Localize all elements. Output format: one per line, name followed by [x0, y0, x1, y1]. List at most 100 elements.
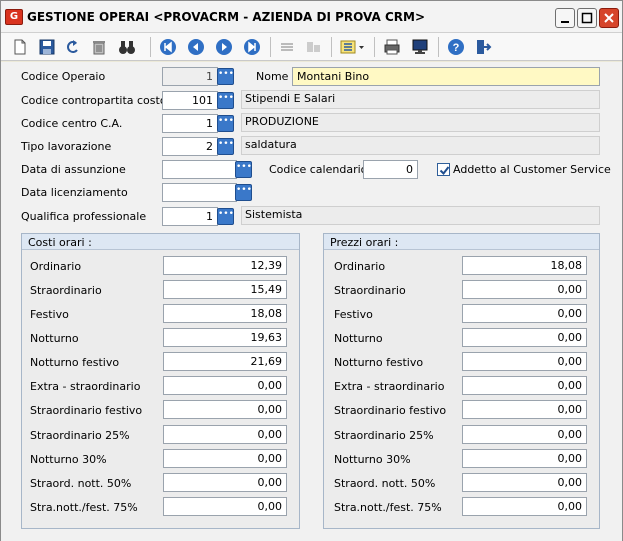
qualifica-description: Sistemista [241, 206, 600, 225]
contropartita-lookup-button[interactable]: ••• [217, 92, 234, 109]
delete-button[interactable] [89, 37, 109, 57]
disabled-tool2-icon [307, 42, 320, 52]
ellipsis-icon: ••• [236, 162, 252, 172]
costi-row-value[interactable]: 18,08 [163, 304, 287, 323]
new-document-button[interactable] [10, 37, 30, 57]
print-icon [384, 39, 400, 55]
minimize-button[interactable] [555, 8, 575, 28]
next-record-icon [216, 39, 232, 55]
customer-service-label: Addetto al Customer Service [453, 163, 611, 176]
costi-row-label: Straordinario [30, 284, 102, 297]
toolbar-separator [270, 37, 271, 57]
contropartita-label: Codice contropartita costo [21, 94, 167, 107]
costi-row-label: Notturno [30, 332, 79, 345]
costi-row-value[interactable]: 12,39 [163, 256, 287, 275]
ellipsis-icon: ••• [236, 185, 252, 195]
centro-ca-field[interactable]: 1 [162, 114, 218, 133]
costi-orari-panel: Costi orari : Ordinario 12,39 Straordina… [21, 233, 300, 529]
prezzi-row-value[interactable]: 0,00 [462, 425, 587, 444]
svg-text:?: ? [453, 42, 460, 54]
tipo-lavorazione-field[interactable]: 2 [162, 137, 218, 156]
help-button[interactable]: ? [446, 37, 466, 57]
search-binoculars-icon [119, 41, 135, 54]
costi-row-label: Notturno festivo [30, 356, 120, 369]
qualifica-field[interactable]: 1 [162, 207, 218, 226]
costi-row-value[interactable]: 0,00 [163, 449, 287, 468]
disabled-tool-button[interactable] [277, 37, 297, 57]
toolbar-separator [438, 37, 439, 57]
title-bar[interactable]: G GESTIONE OPERAI <PROVACRM - AZIENDA DI… [1, 1, 622, 33]
prezzi-row-value[interactable]: 18,08 [462, 256, 587, 275]
main-window: G GESTIONE OPERAI <PROVACRM - AZIENDA DI… [0, 0, 623, 541]
costi-row-value[interactable]: 21,69 [163, 352, 287, 371]
ellipsis-icon: ••• [218, 93, 234, 103]
monitor-icon [412, 39, 428, 54]
costi-row-value[interactable]: 0,00 [163, 400, 287, 419]
close-button[interactable] [599, 8, 619, 28]
prezzi-row-label: Straordinario 25% [334, 429, 434, 442]
prezzi-row-value[interactable]: 0,00 [462, 497, 587, 516]
costi-row-value[interactable]: 0,00 [163, 425, 287, 444]
prezzi-row-value[interactable]: 0,00 [462, 376, 587, 395]
costi-row-value[interactable]: 0,00 [163, 376, 287, 395]
prezzi-orari-title: Prezzi orari : [324, 234, 599, 250]
list-options-button[interactable] [338, 37, 368, 57]
ellipsis-icon: ••• [218, 69, 234, 79]
prezzi-row-value[interactable]: 0,00 [462, 449, 587, 468]
costi-row-label: Festivo [30, 308, 69, 321]
codice-operaio-label: Codice Operaio [21, 70, 106, 83]
ellipsis-icon: ••• [218, 116, 234, 126]
undo-button[interactable] [63, 37, 83, 57]
data-licenziamento-label: Data licenziamento [21, 186, 128, 199]
maximize-button[interactable] [577, 8, 597, 28]
toolbar-separator [374, 37, 375, 57]
codice-calendario-field[interactable]: 0 [363, 160, 418, 179]
previous-record-button[interactable] [186, 37, 206, 57]
centro-ca-lookup-button[interactable]: ••• [217, 115, 234, 132]
data-licenziamento-calendar-button[interactable]: ••• [235, 184, 252, 201]
costi-row-value[interactable]: 19,63 [163, 328, 287, 347]
first-record-button[interactable] [158, 37, 178, 57]
app-icon[interactable]: G [5, 9, 23, 25]
exit-icon [477, 40, 492, 54]
contropartita-field[interactable]: 101 [162, 91, 218, 110]
last-record-button[interactable] [242, 37, 262, 57]
search-button[interactable] [117, 37, 137, 57]
next-record-button[interactable] [214, 37, 234, 57]
costi-row-value[interactable]: 15,49 [163, 280, 287, 299]
data-assunzione-calendar-button[interactable]: ••• [235, 161, 252, 178]
qualifica-lookup-button[interactable]: ••• [217, 208, 234, 225]
exit-button[interactable] [473, 37, 493, 57]
prezzi-row-value[interactable]: 0,00 [462, 473, 587, 492]
costi-row-label: Straordinario 25% [30, 429, 130, 442]
nome-field[interactable]: Montani Bino [292, 67, 600, 86]
prezzi-row-value[interactable]: 0,00 [462, 352, 587, 371]
tipo-lavorazione-lookup-button[interactable]: ••• [217, 138, 234, 155]
prezzi-row-label: Notturno 30% [334, 453, 411, 466]
prezzi-row-label: Straordinario [334, 284, 406, 297]
centro-ca-label: Codice centro C.A. [21, 117, 123, 130]
save-button[interactable] [37, 37, 57, 57]
toolbar-separator [331, 37, 332, 57]
disabled-tool2-button[interactable] [303, 37, 323, 57]
toolbar-separator [150, 37, 151, 57]
codice-operaio-lookup-button[interactable]: ••• [217, 68, 234, 85]
prezzi-row-value[interactable]: 0,00 [462, 304, 587, 323]
data-assunzione-label: Data di assunzione [21, 163, 126, 176]
monitor-button[interactable] [410, 37, 430, 57]
delete-icon [93, 41, 105, 55]
prezzi-row-value[interactable]: 0,00 [462, 280, 587, 299]
costi-row-value[interactable]: 0,00 [163, 473, 287, 492]
costi-row-value[interactable]: 0,00 [163, 497, 287, 516]
codice-operaio-field[interactable]: 1 [162, 67, 218, 86]
prezzi-row-value[interactable]: 0,00 [462, 400, 587, 419]
window-title: GESTIONE OPERAI <PROVACRM - AZIENDA DI P… [27, 10, 425, 24]
customer-service-checkbox[interactable] [437, 163, 450, 176]
print-button[interactable] [382, 37, 402, 57]
qualifica-label: Qualifica professionale [21, 210, 147, 223]
minimize-icon [561, 21, 569, 23]
data-licenziamento-field[interactable] [162, 183, 237, 202]
close-icon [604, 13, 614, 23]
prezzi-row-value[interactable]: 0,00 [462, 328, 587, 347]
data-assunzione-field[interactable] [162, 160, 237, 179]
